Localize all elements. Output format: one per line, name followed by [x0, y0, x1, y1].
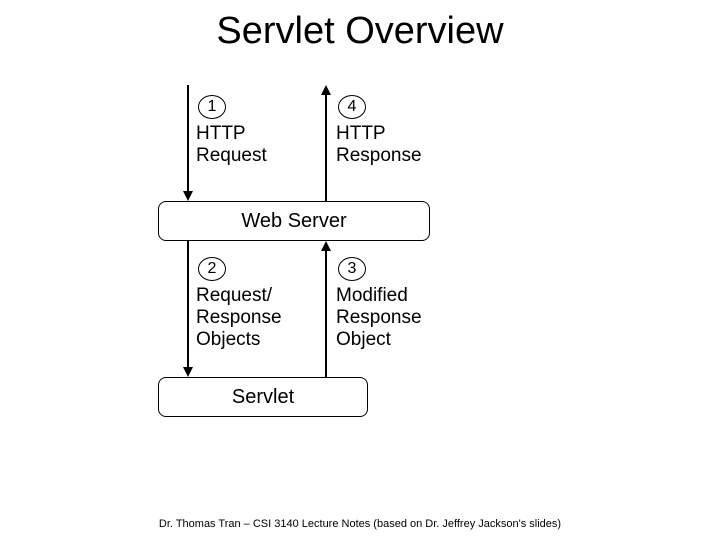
step-4-label: HTTP Response	[336, 123, 422, 167]
arrow-request-objects	[187, 241, 189, 369]
step-3-circle: 3	[338, 257, 366, 281]
step-3-label: Modified Response Object	[336, 285, 422, 351]
web-server-box: Web Server	[158, 201, 430, 241]
servlet-diagram: 1 HTTP Request 4 HTTP Response Web Serve…	[150, 85, 500, 485]
step-1-label: HTTP Request	[196, 123, 267, 167]
arrow-http-request-head	[183, 191, 193, 201]
step-1-circle: 1	[198, 95, 226, 119]
arrow-modified-response-head	[321, 241, 331, 251]
arrow-request-objects-head	[183, 367, 193, 377]
slide-footer: Dr. Thomas Tran – CSI 3140 Lecture Notes…	[0, 518, 720, 530]
arrow-http-response-head	[321, 85, 331, 95]
step-2-circle: 2	[198, 257, 226, 281]
arrow-modified-response	[325, 251, 327, 377]
step-4-circle: 4	[338, 95, 366, 119]
arrow-http-request	[187, 85, 189, 193]
arrow-http-response	[325, 95, 327, 201]
slide-title: Servlet Overview	[0, 10, 720, 53]
step-2-label: Request/ Response Objects	[196, 285, 282, 351]
servlet-box: Servlet	[158, 377, 368, 417]
